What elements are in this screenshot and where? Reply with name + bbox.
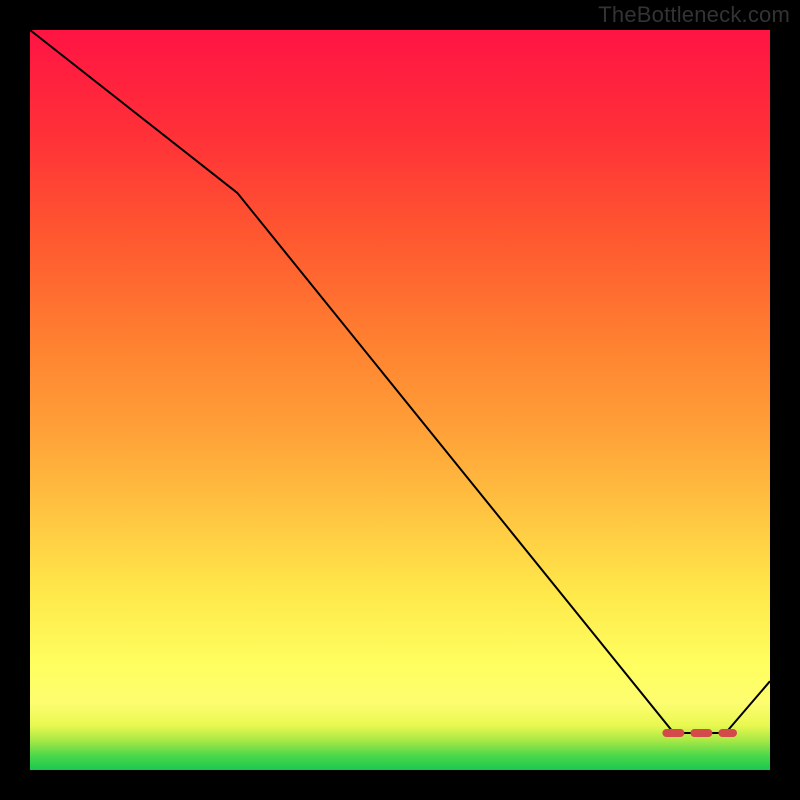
chart-frame: TheBottleneck.com [0,0,800,800]
plot-area [30,30,770,770]
watermark-text: TheBottleneck.com [598,2,790,28]
chart-svg [30,30,770,770]
curve-line [30,30,770,733]
